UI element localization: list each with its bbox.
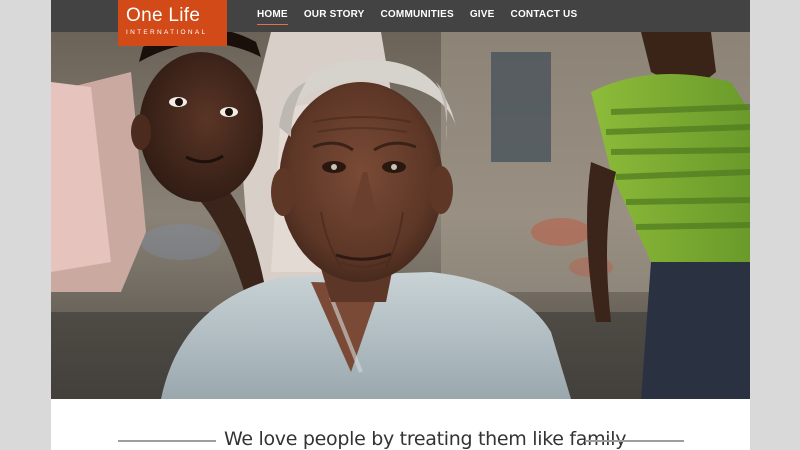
hero-image [51,32,750,399]
nav-contact-us[interactable]: CONTACT US [511,0,578,32]
tagline-section: We love people by treating them like fam… [51,399,750,450]
nav-communities[interactable]: COMMUNITIES [381,0,454,32]
nav-give[interactable]: GIVE [470,0,495,32]
tagline-divider-left [118,440,216,442]
site-logo[interactable]: One Life INTERNATIONAL [118,0,227,46]
nav-home[interactable]: HOME [257,0,288,32]
page: HOME OUR STORY COMMUNITIES GIVE CONTACT … [51,0,750,450]
tagline-heading: We love people by treating them like fam… [224,428,627,450]
logo-subtitle: INTERNATIONAL [126,29,208,36]
tagline-divider-right [585,440,684,442]
logo-name: One Life [126,5,201,26]
nav-our-story[interactable]: OUR STORY [304,0,365,32]
main-nav: HOME OUR STORY COMMUNITIES GIVE CONTACT … [257,0,593,32]
